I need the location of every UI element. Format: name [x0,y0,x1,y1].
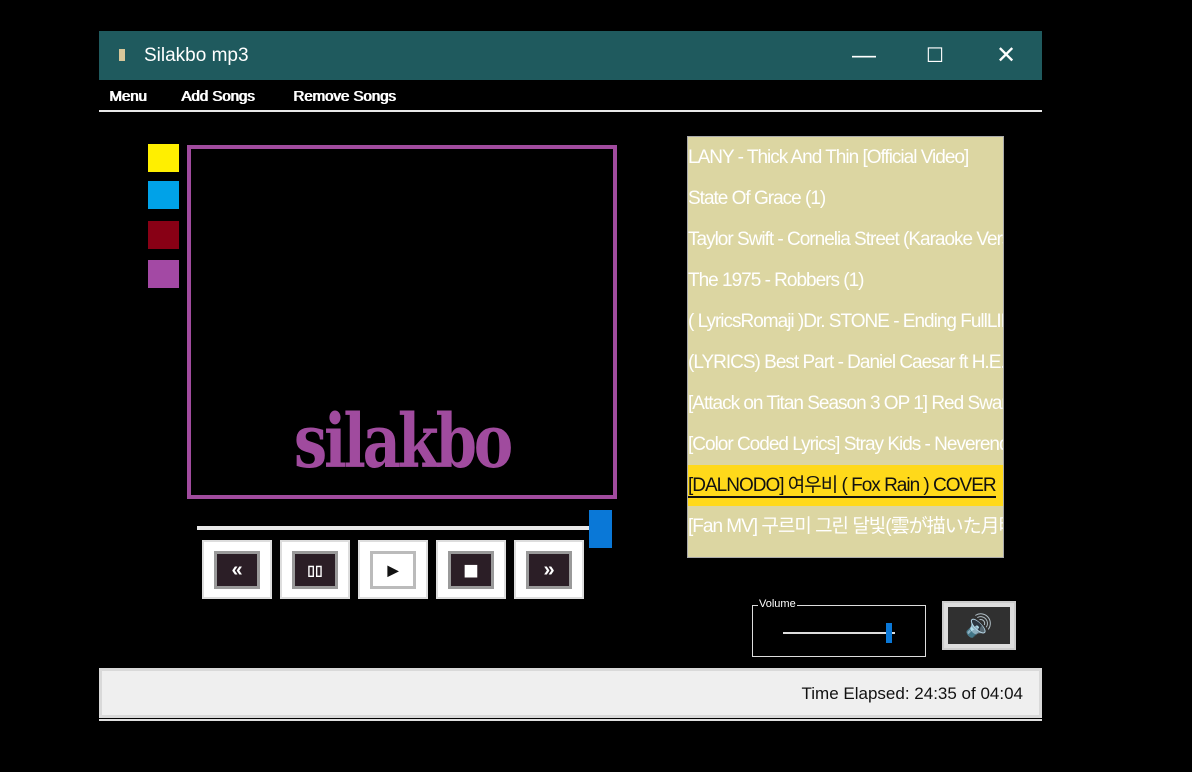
playlist-item[interactable]: ( LyricsRomaji )Dr. STONE - Ending FullL… [688,301,1003,342]
playlist-item[interactable]: [Attack on Titan Season 3 OP 1] Red Swan… [688,383,1003,424]
visualizer-panel: silakbo [187,145,617,499]
logo-text: silakbo [293,399,513,485]
volume-group: Volume [752,598,926,657]
playlist-item[interactable]: State Of Grace (1) [688,178,1003,219]
app-icon [119,49,125,61]
seek-bar[interactable] [197,526,607,530]
theme-swatch-purple[interactable] [148,260,179,288]
maximize-button[interactable]: ☐ [900,31,970,80]
bottom-divider [99,719,1042,721]
fast-forward-icon: » [526,551,572,589]
play-button[interactable]: ▶ [358,540,428,599]
stop-button[interactable]: ■ [436,540,506,599]
menu-item-add-songs[interactable]: Add Songs [181,88,254,105]
volume-thumb[interactable] [886,623,892,643]
seek-thumb[interactable] [589,510,612,548]
previous-button[interactable]: « [202,540,272,599]
rewind-icon: « [214,551,260,589]
stop-icon: ■ [448,551,494,589]
play-icon: ▶ [370,551,416,589]
title-bar[interactable]: Silakbo mp3 — ☐ ✕ [99,31,1042,80]
theme-swatch-yellow[interactable] [148,144,179,172]
speaker-icon: 🔊 [948,607,1010,644]
minimize-button[interactable]: — [829,31,899,80]
playlist-item-selected[interactable]: [DALNODO] 여우비 ( Fox Rain ) COVER [688,465,1003,506]
playlist-item[interactable]: [Color Coded Lyrics] Stray Kids - Nevere… [688,424,1003,465]
pause-icon: ▯▯ [292,551,338,589]
next-button[interactable]: » [514,540,584,599]
playlist-item[interactable]: (LYRICS) Best Part - Daniel Caesar ft H.… [688,342,1003,383]
close-button[interactable]: ✕ [971,31,1041,80]
playlist-item[interactable]: Taylor Swift - Cornelia Street (Karaoke … [688,219,1003,260]
status-bar: Time Elapsed: 24:35 of 04:04 [99,668,1042,718]
app-window: Silakbo mp3 — ☐ ✕ Menu Add Songs Remove … [99,31,1042,721]
volume-slider[interactable] [783,632,895,634]
pause-button[interactable]: ▯▯ [280,540,350,599]
window-title: Silakbo mp3 [144,45,249,66]
playlist-item-label: [DALNODO] 여우비 ( Fox Rain ) COVER [688,475,997,498]
menu-item-menu[interactable]: Menu [109,88,147,105]
theme-swatch-maroon[interactable] [148,221,179,249]
playlist-item[interactable]: LANY - Thick And Thin [Official Video] [688,137,1003,178]
menu-item-remove-songs[interactable]: Remove Songs [293,88,396,105]
playlist[interactable]: LANY - Thick And Thin [Official Video] S… [687,136,1004,558]
volume-label: Volume [758,598,797,610]
mute-button[interactable]: 🔊 [942,601,1016,650]
playlist-item[interactable]: [Fan MV] 구르미 그린 달빛(雲が描いた月明か [688,506,1003,547]
menu-bar: Menu Add Songs Remove Songs [99,80,1042,112]
time-elapsed-text: Time Elapsed: 24:35 of 04:04 [801,684,1023,703]
theme-swatch-blue[interactable] [148,181,179,209]
playlist-item[interactable]: The 1975 - Robbers (1) [688,260,1003,301]
